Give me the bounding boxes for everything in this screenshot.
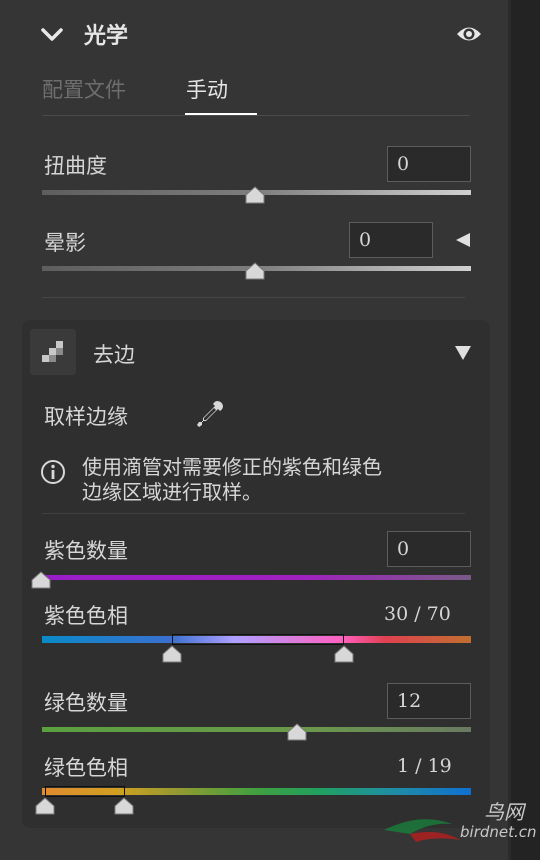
tab-manual[interactable]: 手动 <box>186 74 228 104</box>
watermark-site: birdnet.cn <box>460 823 537 841</box>
purple-hue-range-box <box>172 634 344 645</box>
distortion-label: 扭曲度 <box>44 154 107 178</box>
tabs-divider <box>42 115 470 116</box>
green-amount-input[interactable]: 12 <box>387 683 471 719</box>
green-hue-range-box <box>45 786 125 797</box>
green-hue-low-thumb[interactable] <box>35 797 55 815</box>
sample-edge-label: 取样边缘 <box>44 405 128 429</box>
eyedropper-icon[interactable] <box>194 398 226 430</box>
green-amount-label: 绿色数量 <box>44 691 128 715</box>
distortion-value-input[interactable]: 0 <box>387 146 471 182</box>
vignette-value-input[interactable]: 0 <box>349 222 433 258</box>
defringe-grid-icon <box>30 329 76 375</box>
green-hue-high-thumb[interactable] <box>114 797 134 815</box>
watermark-brand: 鸟网 <box>484 800 524 824</box>
vignette-label: 晕影 <box>44 231 86 255</box>
triangle-left-icon[interactable] <box>455 232 471 248</box>
green-hue-value: 1 / 19 <box>397 755 452 777</box>
section-title: 光学 <box>84 24 129 49</box>
right-scroll-area <box>508 0 540 860</box>
distortion-slider-thumb[interactable] <box>245 186 265 204</box>
purple-hue-low-thumb[interactable] <box>162 645 182 663</box>
purple-amount-input[interactable]: 0 <box>387 531 471 567</box>
triangle-down-icon[interactable] <box>454 345 472 361</box>
green-hue-label: 绿色色相 <box>44 756 128 780</box>
green-amount-thumb[interactable] <box>287 723 307 741</box>
section-divider <box>42 297 465 298</box>
purple-amount-thumb[interactable] <box>31 571 51 589</box>
info-text-line2: 边缘区域进行取样。 <box>82 480 262 504</box>
purple-hue-label: 紫色色相 <box>44 604 128 628</box>
purple-amount-label: 紫色数量 <box>44 539 128 563</box>
tab-profile[interactable]: 配置文件 <box>42 74 126 104</box>
purple-hue-high-thumb[interactable] <box>334 645 354 663</box>
info-divider <box>42 513 465 514</box>
vignette-slider-thumb[interactable] <box>245 262 265 280</box>
purple-amount-track[interactable] <box>42 575 471 580</box>
purple-hue-value: 30 / 70 <box>384 603 451 625</box>
collapse-chevron-icon[interactable] <box>40 26 64 44</box>
defringe-title: 去边 <box>93 343 135 367</box>
eye-icon[interactable] <box>456 24 482 44</box>
info-icon <box>40 459 66 485</box>
green-amount-track[interactable] <box>42 727 471 732</box>
